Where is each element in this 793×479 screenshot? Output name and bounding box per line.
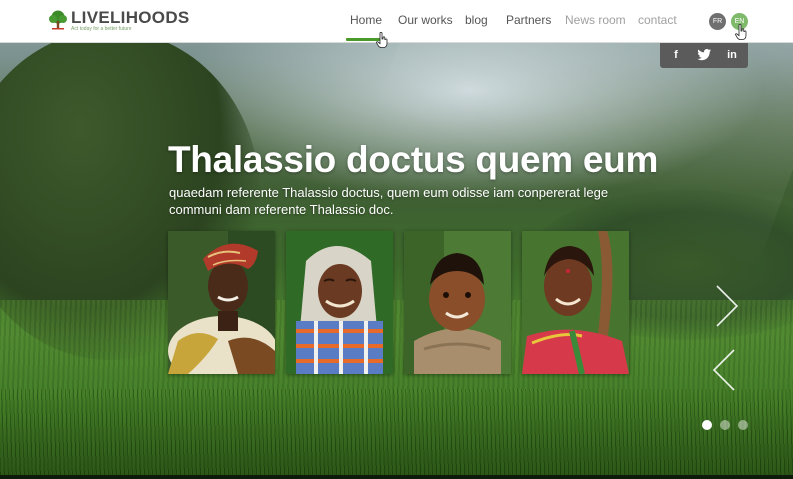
hero-title: Thalassio doctus quem eum: [168, 139, 659, 180]
slide-dot-2[interactable]: [720, 420, 730, 430]
woman-headscarf-photo: [168, 231, 275, 374]
next-slide-arrow-icon[interactable]: [714, 284, 740, 328]
nav-item-partners[interactable]: Partners: [506, 13, 551, 27]
nav-item-our-works[interactable]: Our works: [398, 13, 453, 27]
gallery-photo-elder-woman[interactable]: [286, 231, 393, 374]
tree-icon: [49, 10, 67, 30]
nav-item-blog[interactable]: blog: [465, 13, 488, 27]
brand-tagline: Act today for a better future: [71, 26, 132, 32]
hand-cursor-icon: [376, 32, 388, 48]
nav-item-contact[interactable]: contact: [638, 13, 677, 27]
woman-with-tool-photo: [522, 231, 629, 374]
gallery-photo-woman-with-tool[interactable]: [522, 231, 629, 374]
hand-cursor-icon: [735, 24, 747, 40]
brand-name: LIVELIHOODS: [71, 8, 190, 27]
site-header: LIVELIHOODS Act today for a better futur…: [0, 0, 793, 43]
slide-dot-1[interactable]: [702, 420, 712, 430]
nav-item-home[interactable]: Home: [350, 13, 382, 27]
slide-dot-3[interactable]: [738, 420, 748, 430]
active-nav-indicator: [346, 38, 380, 41]
gallery-photo-child[interactable]: [404, 231, 511, 374]
facebook-icon[interactable]: f: [668, 48, 684, 62]
linkedin-icon[interactable]: in: [724, 48, 740, 62]
nav-item-news-room[interactable]: News room: [565, 13, 626, 27]
bottom-edge: [0, 475, 793, 479]
previous-slide-arrow-icon[interactable]: [711, 348, 737, 392]
elder-woman-plaid-shawl-photo: [286, 231, 393, 374]
gallery-photo-woman-headscarf[interactable]: [168, 231, 275, 374]
hero-background: [0, 0, 793, 479]
language-fr-button[interactable]: FR: [709, 13, 726, 30]
social-bar: f in: [660, 43, 748, 68]
twitter-icon[interactable]: [696, 48, 712, 62]
hero-subtitle: quaedam referente Thalassio doctus, quem…: [169, 185, 609, 217]
foreground-grass: [0, 389, 793, 479]
child-smiling-photo: [404, 231, 511, 374]
